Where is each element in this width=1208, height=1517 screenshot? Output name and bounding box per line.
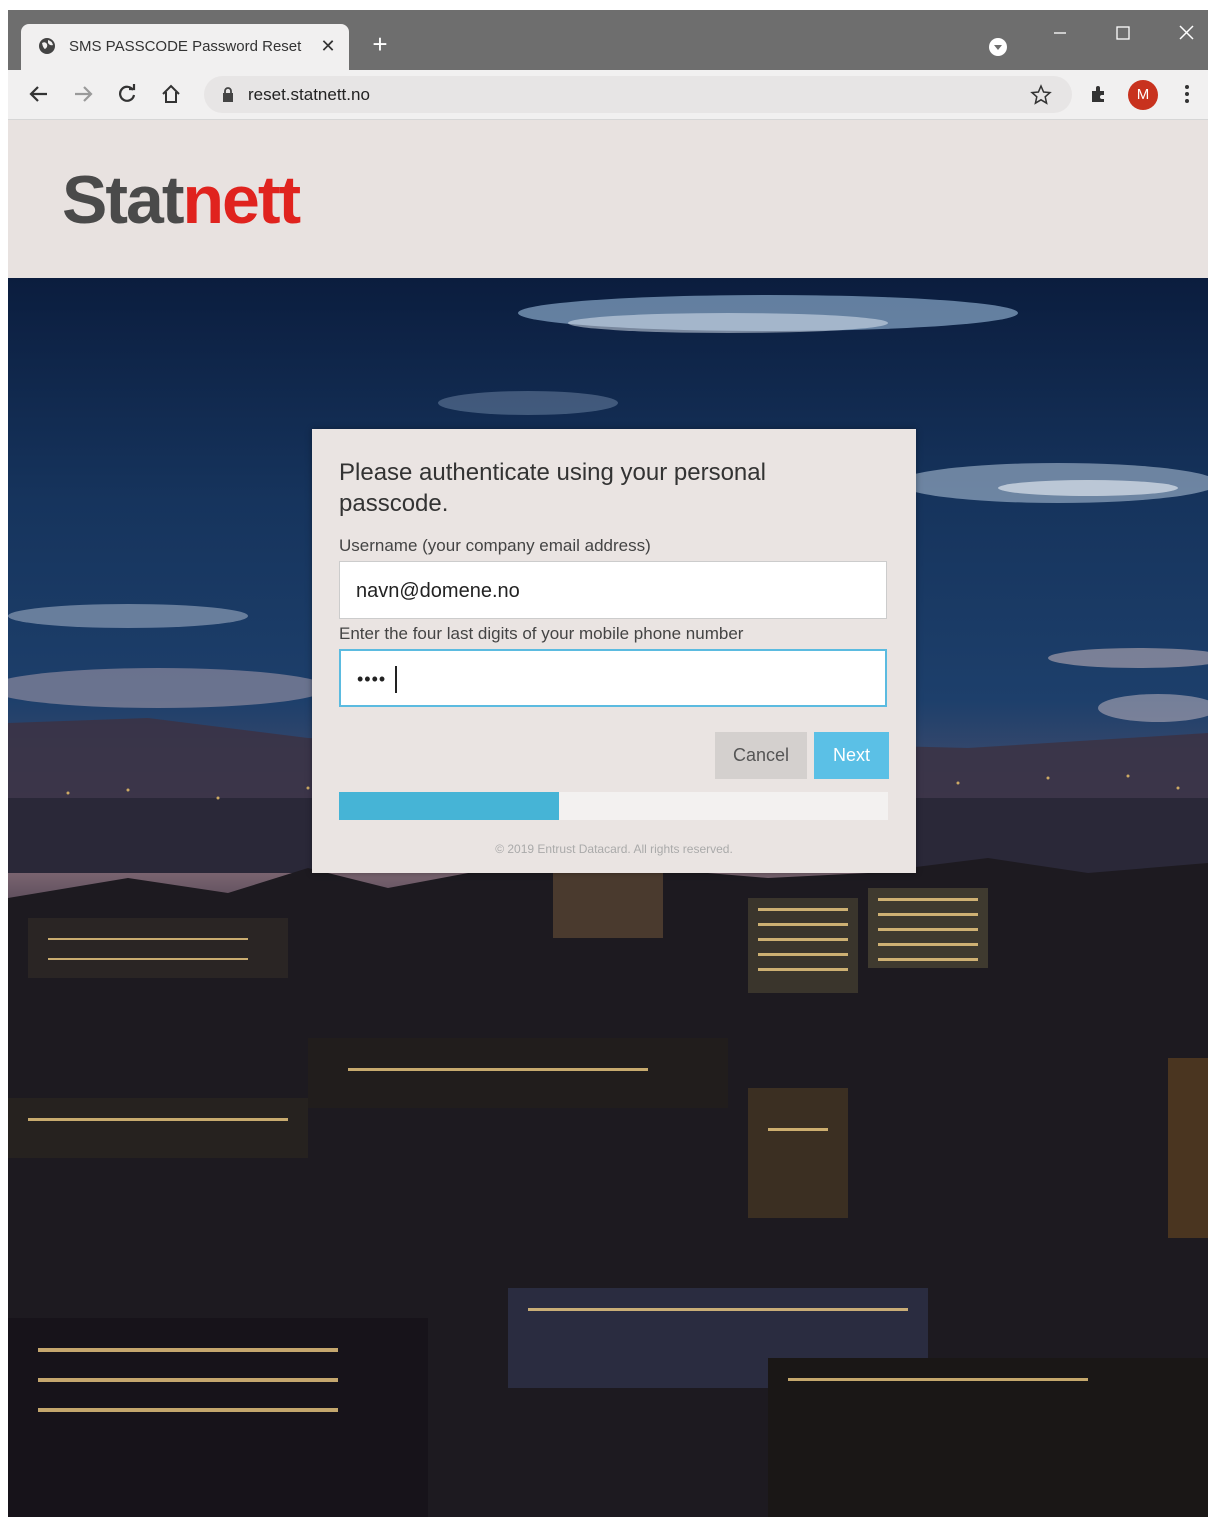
address-bar[interactable]: reset.statnett.no — [204, 76, 1072, 113]
forward-arrow-icon[interactable] — [72, 83, 94, 105]
lock-icon[interactable] — [222, 87, 234, 102]
page-content: Statnett Please authenticate using your … — [8, 120, 1208, 1517]
close-tab-icon[interactable]: ✕ — [317, 35, 339, 57]
tab-active[interactable]: SMS PASSCODE Password Reset ✕ — [21, 24, 349, 70]
username-input[interactable]: navn@domene.no — [339, 561, 887, 619]
reload-icon[interactable] — [116, 83, 138, 105]
home-icon[interactable] — [160, 83, 182, 105]
close-window-icon[interactable] — [1166, 20, 1206, 50]
statnett-logo: Statnett — [62, 162, 301, 238]
masked-digits: •••• — [357, 669, 387, 689]
tab-title: SMS PASSCODE Password Reset — [69, 38, 302, 55]
phone-digits-label: Enter the four last digits of your mobil… — [339, 624, 744, 643]
phone-digits-input[interactable]: •••• — [339, 649, 887, 707]
bookmark-star-icon[interactable] — [1030, 84, 1052, 106]
tab-search-icon[interactable] — [988, 37, 1008, 57]
username-value: navn@domene.no — [356, 580, 520, 602]
extensions-puzzle-icon[interactable] — [1088, 83, 1110, 105]
url-text[interactable]: reset.statnett.no — [248, 85, 370, 105]
next-button[interactable]: Next — [814, 732, 889, 779]
dialog-title: Please authenticate using your personal … — [339, 459, 766, 517]
copyright-text: © 2019 Entrust Datacard. All rights rese… — [495, 842, 733, 856]
progress-bar-fill — [339, 792, 559, 820]
cancel-button[interactable]: Cancel — [715, 732, 807, 779]
new-tab-button[interactable]: + — [368, 31, 392, 57]
tab-strip: SMS PASSCODE Password Reset ✕ + — [8, 10, 1208, 70]
back-arrow-icon[interactable] — [28, 83, 50, 105]
maximize-icon[interactable] — [1104, 20, 1144, 50]
browser-toolbar: reset.statnett.no M — [8, 70, 1208, 120]
auth-dialog: Please authenticate using your personal … — [312, 429, 916, 873]
progress-bar — [339, 792, 888, 820]
site-header: Statnett — [8, 120, 1208, 278]
username-label: Username (your company email address) — [339, 536, 651, 555]
menu-kebab-icon[interactable] — [1176, 83, 1198, 105]
globe-icon — [39, 38, 55, 54]
browser-window: SMS PASSCODE Password Reset ✕ + reset.st… — [8, 10, 1208, 1517]
profile-avatar[interactable]: M — [1128, 80, 1158, 110]
text-caret — [395, 666, 397, 693]
minimize-icon[interactable] — [1040, 20, 1080, 50]
